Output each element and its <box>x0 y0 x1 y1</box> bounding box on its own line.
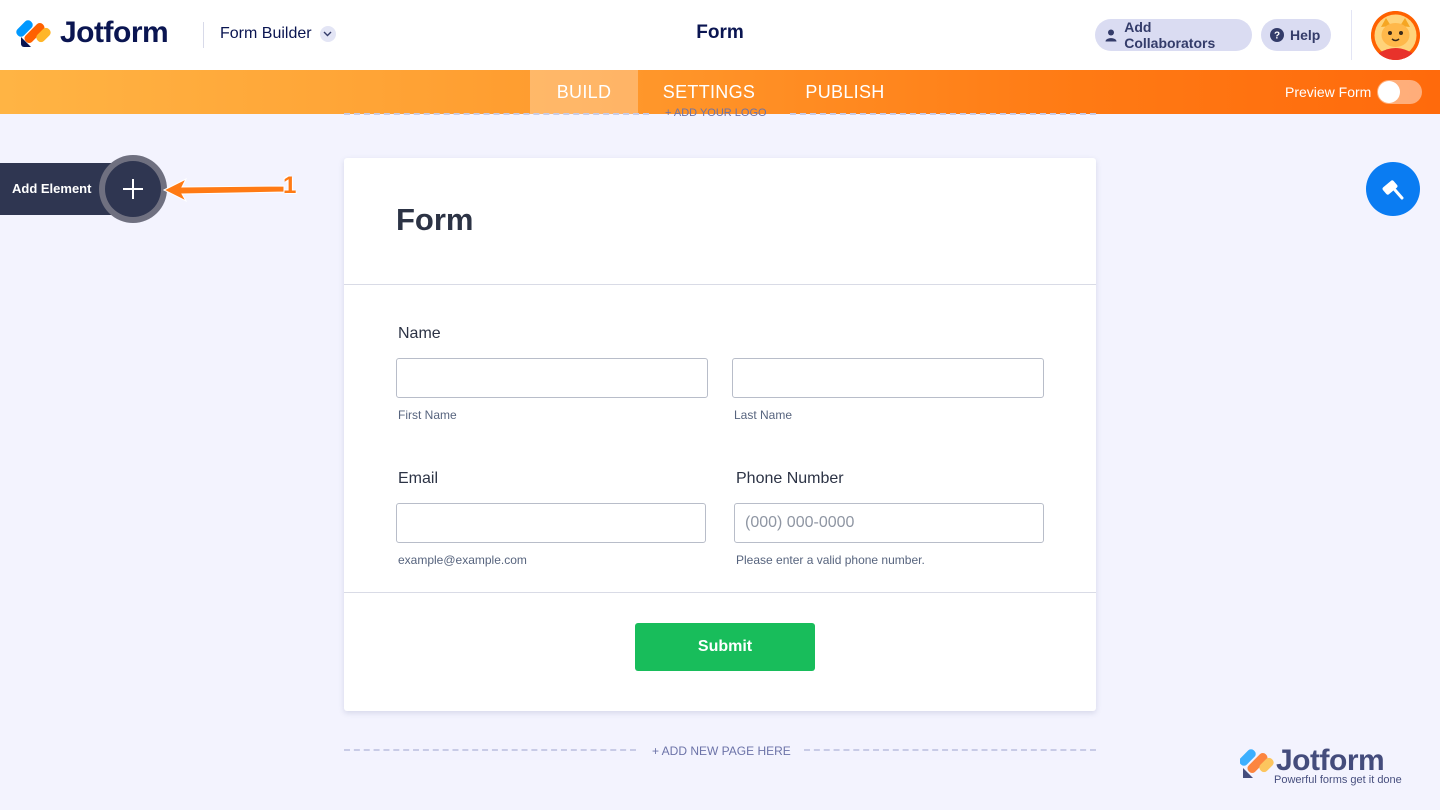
form-designer-button[interactable] <box>1366 162 1420 216</box>
last-name-input[interactable] <box>732 358 1044 398</box>
phone-sublabel: Please enter a valid phone number. <box>736 553 925 567</box>
tab-publish[interactable]: PUBLISH <box>790 70 900 114</box>
annotation-number: 1 <box>283 172 297 199</box>
phone-input[interactable] <box>734 503 1044 543</box>
submit-button[interactable]: Submit <box>635 623 815 671</box>
add-new-page-link[interactable]: + ADD NEW PAGE HERE <box>652 744 791 758</box>
avatar[interactable] <box>1371 11 1420 60</box>
first-name-input[interactable] <box>396 358 708 398</box>
logo-dashed-line-left <box>344 113 649 115</box>
add-collaborators-button[interactable]: Add Collaborators <box>1095 19 1252 51</box>
add-logo-link[interactable]: + ADD YOUR LOGO <box>665 107 767 119</box>
logo-dashed-line-right <box>790 113 1096 115</box>
user-icon <box>1104 28 1118 43</box>
add-collaborators-label: Add Collaborators <box>1124 19 1216 51</box>
form-builder-dropdown[interactable]: Form Builder <box>220 25 336 43</box>
preview-form-toggle[interactable] <box>1377 80 1422 104</box>
jotform-logo[interactable]: Jotform <box>14 16 169 50</box>
name-label: Name <box>398 325 441 342</box>
preview-form-label: Preview Form <box>1285 84 1372 100</box>
form-card: Form Name First Name Last Name Email Pho… <box>344 158 1096 711</box>
header-divider-right <box>1351 10 1352 60</box>
page-dashed-line-left <box>344 749 636 751</box>
form-heading[interactable]: Form <box>396 202 474 238</box>
paint-roller-icon <box>1382 180 1404 200</box>
help-label: Help <box>1290 27 1321 43</box>
header-divider <box>203 22 204 48</box>
top-header: Jotform Form Builder Form Add Collaborat… <box>0 0 1440 70</box>
help-button[interactable]: ? Help <box>1261 19 1331 51</box>
svg-text:?: ? <box>1274 31 1280 42</box>
email-label: Email <box>398 470 439 487</box>
tab-build[interactable]: BUILD <box>530 70 638 114</box>
page-dashed-line-right <box>804 749 1096 751</box>
last-name-sublabel: Last Name <box>734 408 793 422</box>
jotform-logo-icon <box>14 17 53 49</box>
form-builder-label: Form Builder <box>220 25 312 42</box>
email-sublabel: example@example.com <box>398 553 527 567</box>
form-header-divider <box>344 284 1096 285</box>
watermark-tagline: Powerful forms get it done <box>1274 774 1402 786</box>
brand-name: Jotform <box>60 16 169 49</box>
first-name-sublabel: First Name <box>398 408 457 422</box>
phone-label: Phone Number <box>736 470 844 487</box>
form-footer-divider <box>344 592 1096 593</box>
watermark-logo-icon <box>1240 749 1274 778</box>
watermark-brand: Jotform <box>1276 744 1385 777</box>
avatar-icon <box>1371 11 1420 60</box>
add-element-button[interactable] <box>105 161 161 217</box>
chevron-down-icon <box>319 26 336 42</box>
email-input[interactable] <box>396 503 706 543</box>
add-element-label: Add Element <box>12 181 92 196</box>
form-title-header[interactable]: Form <box>696 22 744 43</box>
annotation-arrow-icon <box>162 177 285 203</box>
plus-icon <box>123 179 143 199</box>
help-icon: ? <box>1270 28 1284 43</box>
